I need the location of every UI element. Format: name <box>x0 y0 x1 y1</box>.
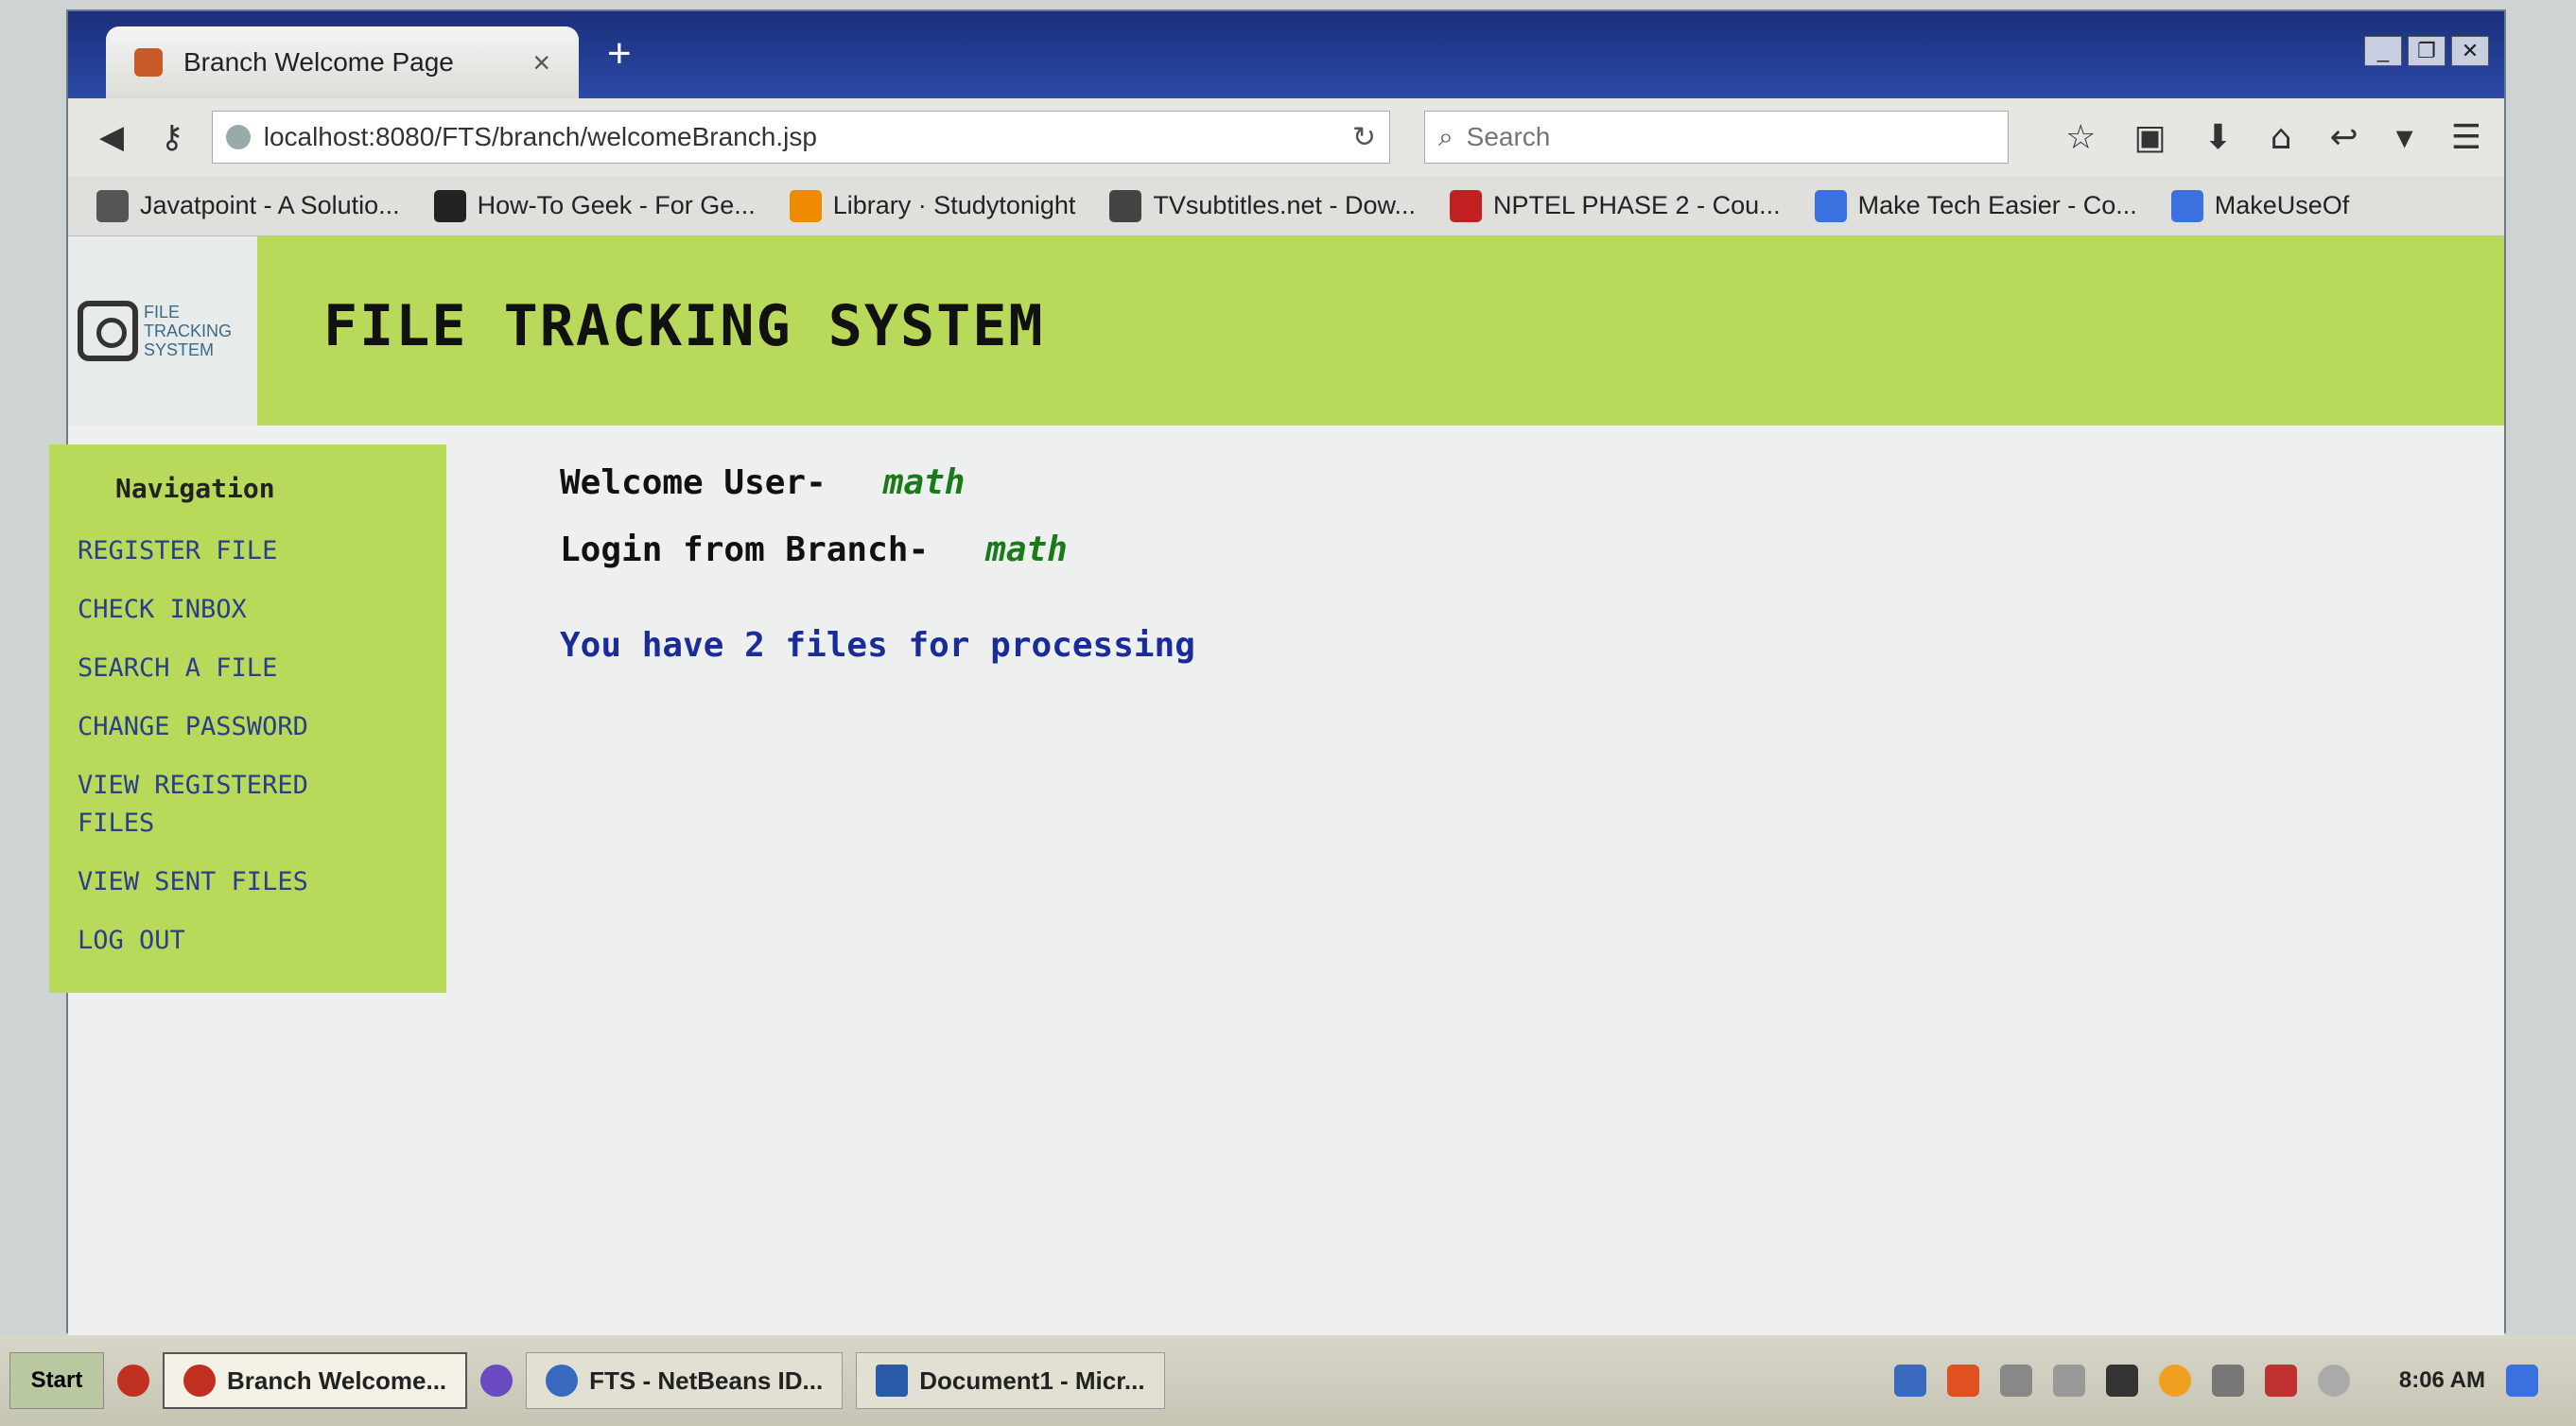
download-icon[interactable]: ⬇ <box>2203 118 2232 157</box>
bookmark-item[interactable]: Javatpoint - A Solutio... <box>96 189 400 222</box>
nav-change-password[interactable]: CHANGE PASSWORD <box>78 708 361 746</box>
side-navigation: Navigation REGISTER FILE CHECK INBOX SEA… <box>49 444 446 993</box>
start-button[interactable]: Start <box>9 1352 104 1409</box>
site-header: FILE TRACKING SYSTEM FILE TRACKING SYSTE… <box>68 236 2504 426</box>
url-text[interactable]: localhost:8080/FTS/branch/welcomeBranch.… <box>264 122 1339 152</box>
bookmark-icon <box>433 189 466 222</box>
nav-check-inbox[interactable]: CHECK INBOX <box>78 591 361 629</box>
site-logo: FILE TRACKING SYSTEM <box>68 236 257 426</box>
logo-text: FILE TRACKING SYSTEM <box>144 303 233 359</box>
bookmark-item[interactable]: TVsubtitles.net - Dow... <box>1109 189 1416 222</box>
nav-register-file[interactable]: REGISTER FILE <box>78 532 361 570</box>
bookmark-item[interactable]: How-To Geek - For Ge... <box>433 189 756 222</box>
welcome-line: Welcome User-math <box>560 463 1195 502</box>
system-tray: 8:06 AM <box>1893 1365 2567 1397</box>
netbeans-icon <box>546 1365 579 1397</box>
firefox-icon <box>183 1365 216 1397</box>
bookmark-icon <box>789 189 822 222</box>
bookmarks-bar: Javatpoint - A Solutio... How-To Geek - … <box>68 176 2504 236</box>
star-icon[interactable]: ☆ <box>2065 118 2096 157</box>
url-bar[interactable]: localhost:8080/FTS/branch/welcomeBranch.… <box>211 111 1390 164</box>
tray-icon[interactable] <box>2264 1365 2297 1397</box>
search-box[interactable]: ⌕ <box>1423 111 2010 164</box>
toolbar-icons: ☆ ▣ ⬇ ⌂ ↩ ▾ ☰ <box>2065 118 2481 157</box>
back-arrow-icon[interactable]: ◀ <box>91 116 132 158</box>
navigation-toolbar: ◀ ⚷ localhost:8080/FTS/branch/welcomeBra… <box>68 98 2504 176</box>
os-taskbar: Start Branch Welcome... FTS - NetBeans I… <box>0 1335 2576 1426</box>
magnifier-logo-icon <box>78 301 138 361</box>
main-content: Welcome User-math Login from Branch-math… <box>560 463 1195 665</box>
welcome-label: Welcome User- <box>560 463 827 502</box>
window-controls: _ ❐ ✕ <box>2364 36 2489 66</box>
bookmark-item[interactable]: MakeUseOf <box>2170 189 2349 222</box>
bookmark-item[interactable]: Library · Studytonight <box>789 189 1075 222</box>
tab-bar: Branch Welcome Page × + _ ❐ ✕ <box>68 11 2504 98</box>
tray-icon[interactable] <box>2158 1365 2191 1397</box>
app-icon[interactable] <box>480 1365 513 1397</box>
bookmark-icon <box>96 189 129 222</box>
minimize-button[interactable]: _ <box>2364 36 2402 66</box>
search-icon: ⌕ <box>1437 121 1453 152</box>
page-favicon-icon <box>134 48 163 77</box>
bookmark-icon <box>2170 189 2203 222</box>
flag-icon[interactable] <box>2052 1365 2085 1397</box>
reload-icon[interactable]: ↻ <box>1352 121 1376 154</box>
tray-icon[interactable] <box>2317 1365 2350 1397</box>
tray-icon[interactable] <box>1946 1365 1979 1397</box>
show-desktop-icon[interactable] <box>2506 1365 2538 1397</box>
nav-view-sent-files[interactable]: VIEW SENT FILES <box>78 863 361 901</box>
clipboard-icon[interactable]: ▣ <box>2133 118 2166 157</box>
task-document1[interactable]: Document1 - Micr... <box>856 1352 1165 1409</box>
search-input[interactable] <box>1466 122 1995 152</box>
task-branch-welcome[interactable]: Branch Welcome... <box>163 1352 468 1409</box>
close-window-button[interactable]: ✕ <box>2451 36 2489 66</box>
app-icon[interactable] <box>117 1365 149 1397</box>
nav-search-file[interactable]: SEARCH A FILE <box>78 650 361 687</box>
bookmark-item[interactable]: NPTEL PHASE 2 - Cou... <box>1450 189 1781 222</box>
tray-icon[interactable] <box>1999 1365 2032 1397</box>
task-netbeans[interactable]: FTS - NetBeans ID... <box>526 1352 844 1409</box>
nav-heading: Navigation <box>115 473 275 504</box>
browser-window: Branch Welcome Page × + _ ❐ ✕ ◀ ⚷ localh… <box>49 9 2506 1335</box>
site-title: FILE TRACKING SYSTEM <box>323 293 1045 359</box>
word-icon <box>876 1365 909 1397</box>
key-icon[interactable]: ⚷ <box>151 116 193 158</box>
branch-name: math <box>985 530 1068 569</box>
tray-icon[interactable] <box>2105 1365 2138 1397</box>
branch-line: Login from Branch-math <box>560 530 1195 569</box>
history-icon[interactable]: ↩ <box>2329 118 2358 157</box>
processing-notice: You have 2 files for processing <box>560 626 1195 665</box>
dropdown-icon[interactable]: ▾ <box>2396 118 2413 157</box>
tab-close-icon[interactable]: × <box>532 45 550 80</box>
nav-log-out[interactable]: LOG OUT <box>78 922 361 960</box>
bookmark-icon <box>1450 189 1482 222</box>
branch-label: Login from Branch- <box>560 530 930 569</box>
new-tab-button[interactable]: + <box>607 30 632 78</box>
bookmark-icon <box>1109 189 1142 222</box>
menu-icon[interactable]: ☰ <box>2451 118 2481 157</box>
clock[interactable]: 8:06 AM <box>2399 1367 2485 1394</box>
maximize-button[interactable]: ❐ <box>2408 36 2445 66</box>
bookmark-item[interactable]: Make Tech Easier - Co... <box>1814 189 2137 222</box>
nav-view-registered-files[interactable]: VIEW REGISTERED FILES <box>78 767 361 843</box>
welcome-user: math <box>882 463 966 502</box>
web-page: FILE TRACKING SYSTEM FILE TRACKING SYSTE… <box>49 236 2504 1335</box>
tab-title: Branch Welcome Page <box>183 47 454 77</box>
tray-icon[interactable] <box>1893 1365 1926 1397</box>
tray-icon[interactable] <box>2211 1365 2244 1397</box>
bookmark-icon <box>1814 189 1847 222</box>
home-icon[interactable]: ⌂ <box>2271 118 2292 157</box>
globe-icon <box>225 125 251 149</box>
tab-branch-welcome[interactable]: Branch Welcome Page × <box>106 26 579 98</box>
